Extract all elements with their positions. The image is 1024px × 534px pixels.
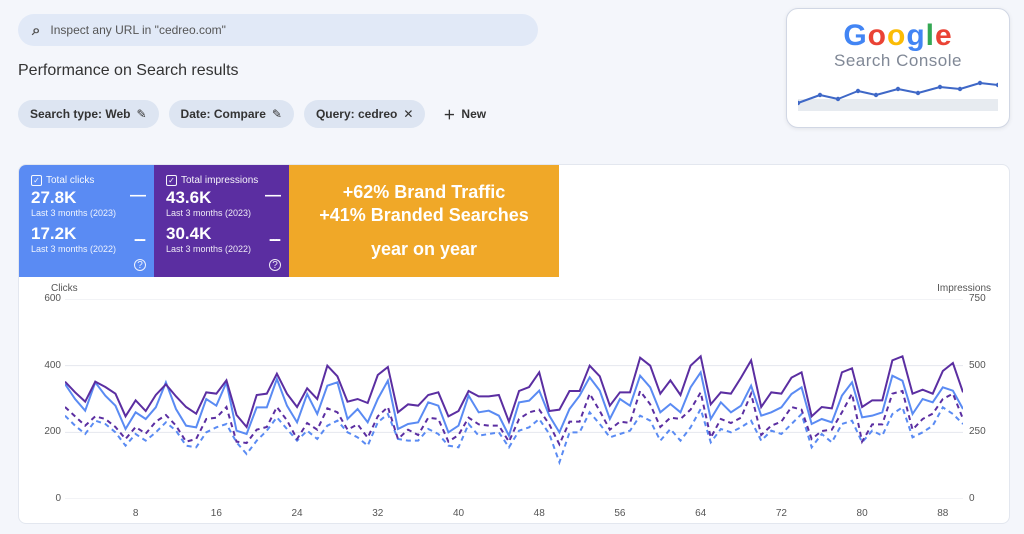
page-title: Performance on Search results bbox=[18, 62, 239, 80]
callout-banner: +62% Brand Traffic +41% Branded Searches… bbox=[289, 165, 559, 277]
metric-impressions[interactable]: ✓ Total impressions — 43.6K Last 3 month… bbox=[154, 165, 289, 277]
checkbox-icon: ✓ bbox=[166, 175, 177, 186]
x-tick: 32 bbox=[368, 508, 388, 519]
chip-search-type[interactable]: Search type: Web ✎ bbox=[18, 100, 159, 128]
x-tick: 88 bbox=[933, 508, 953, 519]
y-tick-left: 0 bbox=[33, 493, 61, 504]
y-tick-right: 0 bbox=[969, 493, 997, 504]
chip-date-compare[interactable]: Date: Compare ✎ bbox=[169, 100, 294, 128]
url-inspect-search[interactable]: ⌕ Inspect any URL in "cedreo.com" bbox=[18, 14, 538, 46]
x-tick: 24 bbox=[287, 508, 307, 519]
search-icon: ⌕ bbox=[32, 22, 40, 39]
y-tick-left: 400 bbox=[33, 360, 61, 371]
x-tick: 16 bbox=[206, 508, 226, 519]
x-tick: 48 bbox=[529, 508, 549, 519]
plus-icon: ＋ bbox=[443, 106, 455, 123]
performance-panel: ✓ Total clicks — 27.8K Last 3 months (20… bbox=[18, 164, 1010, 524]
pencil-icon: ✎ bbox=[272, 107, 282, 121]
brand-sparkline bbox=[798, 77, 998, 111]
x-tick: 8 bbox=[126, 508, 146, 519]
google-logo: Google bbox=[843, 19, 952, 53]
brand-card: Google Search Console bbox=[786, 8, 1010, 128]
line-chart bbox=[65, 299, 963, 499]
trend-icon: — bbox=[130, 187, 144, 205]
trend-icon: — bbox=[265, 187, 279, 205]
y-tick-right: 750 bbox=[969, 293, 997, 304]
y-tick-left: 600 bbox=[33, 293, 61, 304]
close-icon: ✕ bbox=[403, 107, 413, 121]
checkbox-icon: ✓ bbox=[31, 175, 42, 186]
info-icon[interactable]: ? bbox=[269, 259, 281, 271]
metric-row: ✓ Total clicks — 27.8K Last 3 months (20… bbox=[19, 165, 1009, 277]
info-icon[interactable]: ? bbox=[134, 259, 146, 271]
chip-query[interactable]: Query: cedreo ✕ bbox=[304, 100, 425, 128]
x-tick: 80 bbox=[852, 508, 872, 519]
filter-bar: Search type: Web ✎ Date: Compare ✎ Query… bbox=[18, 100, 494, 128]
x-tick: 72 bbox=[771, 508, 791, 519]
y-tick-right: 500 bbox=[969, 360, 997, 371]
pencil-icon: ✎ bbox=[136, 107, 146, 121]
y-tick-right: 250 bbox=[969, 426, 997, 437]
x-tick: 56 bbox=[610, 508, 630, 519]
x-tick: 64 bbox=[691, 508, 711, 519]
search-placeholder: Inspect any URL in "cedreo.com" bbox=[50, 23, 226, 37]
x-tick: 40 bbox=[449, 508, 469, 519]
brand-sub: Search Console bbox=[834, 51, 962, 71]
y-tick-left: 200 bbox=[33, 426, 61, 437]
chart-area: Clicks Impressions 020040060002505007508… bbox=[19, 277, 1009, 524]
new-filter-button[interactable]: ＋ New bbox=[435, 100, 494, 128]
metric-clicks[interactable]: ✓ Total clicks — 27.8K Last 3 months (20… bbox=[19, 165, 154, 277]
